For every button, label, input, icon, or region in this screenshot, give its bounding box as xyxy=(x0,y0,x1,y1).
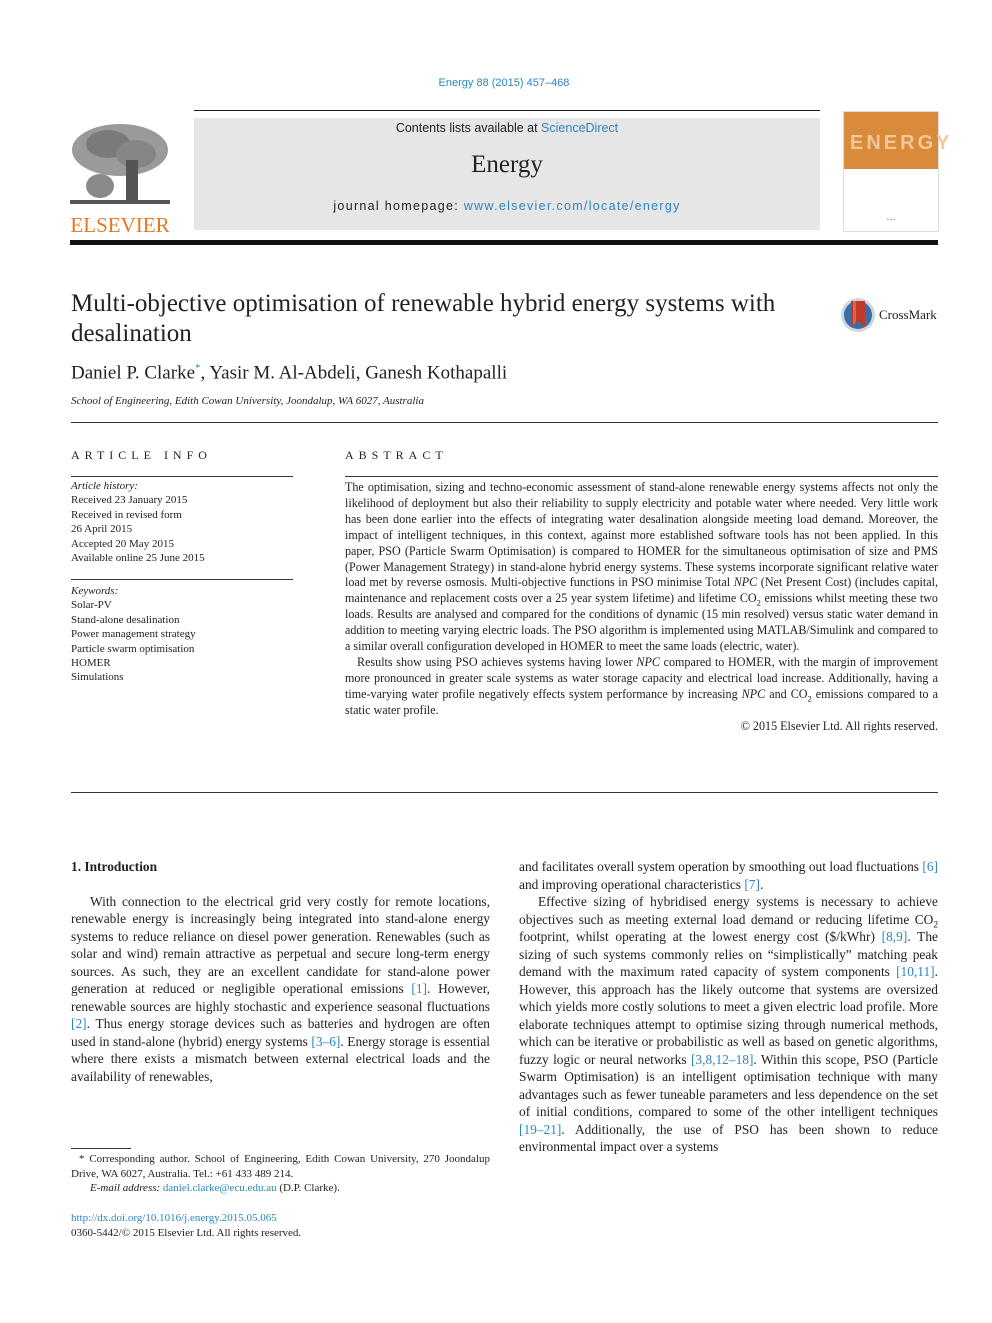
reference-link[interactable]: [2] xyxy=(71,1016,87,1031)
reference-link[interactable]: [19–21] xyxy=(519,1122,561,1137)
history-item: Received in revised form xyxy=(71,508,182,521)
doi-block: http://dx.doi.org/10.1016/j.energy.2015.… xyxy=(71,1211,301,1241)
history-item: Accepted 20 May 2015 xyxy=(71,537,174,550)
crossmark-label: CrossMark xyxy=(879,307,937,322)
author-name[interactable]: Ganesh Kothapalli xyxy=(365,362,507,383)
journal-name: Energy xyxy=(471,151,543,178)
body-column-right: and facilitates overall system operation… xyxy=(519,858,938,1156)
abstract-rule xyxy=(345,476,938,477)
abstract-paragraph: The optimisation, sizing and techno-econ… xyxy=(345,480,938,655)
article-history: Article history: Received 23 January 201… xyxy=(71,479,293,565)
abstract-text: and CO xyxy=(765,686,808,701)
keyword-item: Solar-PV xyxy=(71,599,112,612)
author-affiliation: School of Engineering, Edith Cowan Unive… xyxy=(71,395,424,407)
footnote-rule xyxy=(71,1148,131,1149)
cover-footer: ▪ ▪ ▪ xyxy=(886,217,896,223)
sciencedirect-link[interactable]: ScienceDirect xyxy=(541,121,618,135)
corresponding-author-note: * Corresponding author. School of Engine… xyxy=(71,1153,490,1180)
body-paragraph: With connection to the electrical grid v… xyxy=(71,893,490,1086)
author-separator: , xyxy=(355,362,366,384)
abstract-copyright: © 2015 Elsevier Ltd. All rights reserved… xyxy=(740,718,938,733)
header-thick-rule xyxy=(70,240,938,245)
elsevier-tree-icon xyxy=(70,120,170,208)
email-link[interactable]: daniel.clarke@ecu.edu.au xyxy=(163,1182,277,1194)
journal-citation-link[interactable]: Energy 88 (2015) 457–468 xyxy=(0,77,992,89)
body-text: and facilitates overall system operation… xyxy=(519,859,923,874)
author-name[interactable]: Daniel P. Clarke xyxy=(71,362,195,383)
reference-link[interactable]: [6] xyxy=(922,859,938,874)
abstract-end-rule xyxy=(71,792,938,793)
article-info-heading: ARTICLE INFO xyxy=(71,448,212,462)
history-item: 26 April 2015 xyxy=(71,523,133,536)
body-text: Effective sizing of hybridised energy sy… xyxy=(519,894,938,927)
keywords: Keywords: Solar-PV Stand-alone desalinat… xyxy=(71,584,293,685)
article-title: Multi-objective optimisation of renewabl… xyxy=(71,290,776,347)
email-suffix: (D.P. Clarke). xyxy=(276,1182,340,1195)
abstract-heading: ABSTRACT xyxy=(345,448,448,462)
homepage-prefix: journal homepage: xyxy=(333,199,464,213)
author-name[interactable]: Yasir M. Al-Abdeli xyxy=(209,362,355,383)
abstract-text: Results show using PSO achieves systems … xyxy=(357,654,637,669)
npc-term: NPC xyxy=(733,575,758,590)
journal-homepage-link[interactable]: www.elsevier.com/locate/energy xyxy=(464,199,681,213)
body-paragraph: Effective sizing of hybridised energy sy… xyxy=(519,893,938,1156)
header-rule xyxy=(194,110,820,111)
issn-copyright: 0360-5442/© 2015 Elsevier Ltd. All right… xyxy=(71,1227,302,1239)
reference-link[interactable]: [10,11] xyxy=(896,964,935,979)
cover-banner: ENERGY xyxy=(844,112,949,169)
email-label: E-mail address: xyxy=(90,1182,163,1195)
keyword-item: HOMER xyxy=(71,657,111,670)
abstract-body: The optimisation, sizing and techno-econ… xyxy=(345,480,938,735)
footnote: * Corresponding author. School of Engine… xyxy=(71,1152,490,1196)
body-text: . Additionally, the use of PSO has been … xyxy=(519,1121,938,1155)
doi-link[interactable]: http://dx.doi.org/10.1016/j.energy.2015.… xyxy=(71,1212,277,1224)
keyword-item: Stand-alone desalination xyxy=(71,613,180,626)
keyword-item: Particle swarm optimisation xyxy=(71,642,195,655)
cover-title: ENERGY xyxy=(850,132,953,154)
elsevier-logo[interactable]: ELSEVIER xyxy=(70,120,170,237)
section-divider xyxy=(71,422,938,423)
article-info-rule xyxy=(71,476,293,477)
section-heading: 1. Introduction xyxy=(71,859,158,874)
body-paragraph: and facilitates overall system operation… xyxy=(519,858,938,893)
history-item: Available online 25 June 2015 xyxy=(71,552,205,565)
reference-link[interactable]: [3–6] xyxy=(311,1034,340,1049)
keywords-label: Keywords: xyxy=(71,585,119,597)
homepage-line: journal homepage: www.elsevier.com/locat… xyxy=(194,199,820,213)
body-text: and improving operational characteristic… xyxy=(519,876,745,892)
contents-prefix: Contents lists available at xyxy=(395,121,542,135)
reference-link[interactable]: [7] xyxy=(744,877,760,892)
npc-term: NPC xyxy=(741,686,766,701)
history-item: Received 23 January 2015 xyxy=(71,494,188,507)
email-line: E-mail address: daniel.clarke@ecu.edu.au… xyxy=(71,1181,490,1196)
keyword-item: Power management strategy xyxy=(71,628,196,641)
crossmark-button[interactable]: CrossMark xyxy=(840,296,940,334)
keywords-rule xyxy=(71,579,293,580)
keyword-item: Simulations xyxy=(71,671,124,684)
journal-cover-thumbnail[interactable]: ENERGY ▪ ▪ ▪ xyxy=(843,111,949,232)
author-list: Daniel P. Clarke*, Yasir M. Al-Abdeli, G… xyxy=(71,362,507,384)
elsevier-wordmark: ELSEVIER xyxy=(70,213,170,237)
journal-masthead: Contents lists available at ScienceDirec… xyxy=(194,118,820,230)
contents-line: Contents lists available at ScienceDirec… xyxy=(194,121,820,135)
body-text: . xyxy=(759,876,764,892)
history-label: Article history: xyxy=(71,480,138,492)
author-separator: , xyxy=(200,362,210,384)
reference-link[interactable]: [3,8,12–18] xyxy=(691,1052,753,1067)
reference-link[interactable]: [8,9] xyxy=(882,929,908,944)
body-text: footprint, whilst operating at the lowes… xyxy=(519,929,882,944)
crossmark-icon xyxy=(841,298,875,332)
reference-link[interactable]: [1] xyxy=(411,981,427,996)
abstract-text: The optimisation, sizing and techno-econ… xyxy=(345,480,938,590)
body-column-left: 1. Introduction With connection to the e… xyxy=(71,858,490,1085)
abstract-paragraph: Results show using PSO achieves systems … xyxy=(345,655,938,719)
npc-term: NPC xyxy=(636,654,660,669)
